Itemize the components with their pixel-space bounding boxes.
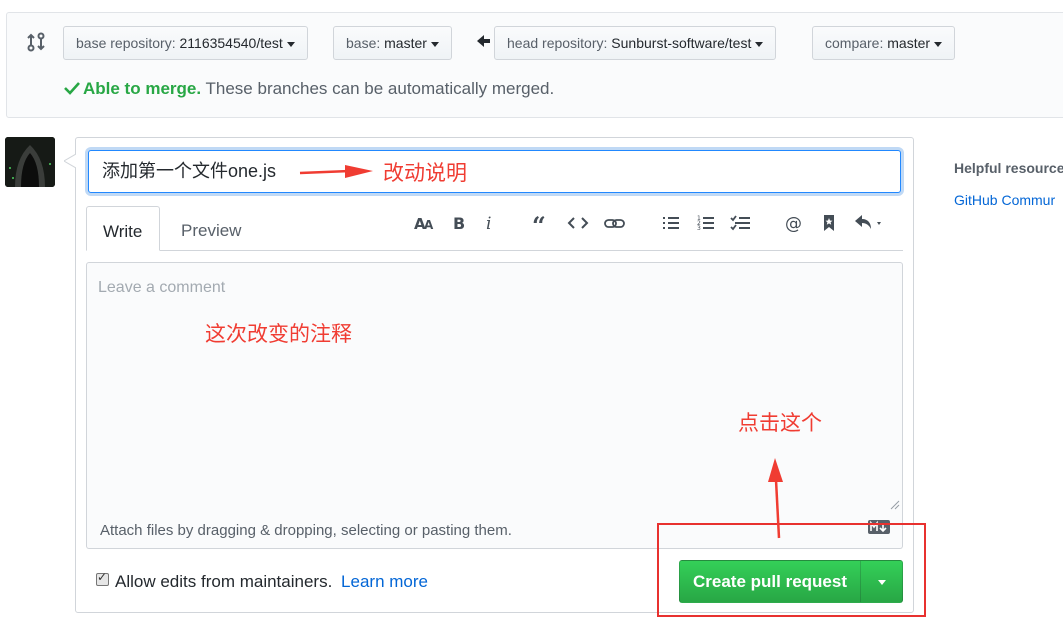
attach-files-text: Attach files by dragging & dropping, sel… — [100, 522, 512, 539]
mention-icon[interactable]: @ — [783, 212, 805, 236]
base-branch-select[interactable]: base: master — [333, 26, 452, 60]
check-icon — [64, 82, 80, 95]
comment-annotation: 这次改变的注释 — [205, 322, 352, 346]
learn-more-link[interactable]: Learn more — [341, 572, 428, 591]
reply-icon[interactable] — [852, 212, 888, 236]
title-input[interactable]: 添加第一个文件one.js — [88, 150, 901, 193]
compare-bar: base repository: 2116354540/test base: m… — [6, 12, 1063, 118]
italic-icon[interactable]: i — [480, 212, 498, 236]
comment-textarea[interactable]: Leave a comment — [86, 262, 903, 513]
ordered-list-icon[interactable]: 123 — [695, 212, 717, 236]
quote-icon[interactable]: “ — [530, 212, 552, 236]
compare-branch-select[interactable]: compare: master — [812, 26, 956, 60]
merge-message: These branches can be automatically merg… — [205, 79, 555, 98]
caret-down-icon — [430, 41, 439, 47]
caret-down-icon — [286, 41, 295, 47]
compare-branch-label: compare: — [825, 35, 884, 51]
tab-preview[interactable]: Preview — [165, 206, 257, 251]
avatar[interactable] — [5, 137, 55, 187]
allow-edits-label: Allow edits from maintainers. — [115, 572, 333, 591]
unordered-list-icon[interactable] — [660, 212, 682, 236]
hooded-figure-avatar-image — [5, 137, 55, 187]
speech-pointer — [64, 154, 76, 168]
base-repository-value: 2116354540/test — [179, 35, 283, 51]
tab-preview-label: Preview — [181, 221, 242, 240]
comment-placeholder: Leave a comment — [98, 279, 226, 296]
head-repository-value: Sunburst-software/test — [611, 35, 752, 51]
title-annotation: 改动说明 — [383, 161, 467, 185]
base-repository-label: base repository: — [76, 35, 176, 51]
svg-text:B: B — [453, 214, 465, 233]
merge-status-line: Able to merge. These branches can be aut… — [63, 79, 554, 99]
github-community-link[interactable]: GitHub Commur — [954, 192, 1055, 208]
svg-text:A: A — [424, 218, 434, 232]
svg-text:“: “ — [532, 212, 546, 234]
code-icon[interactable] — [567, 212, 589, 236]
head-repository-select[interactable]: head repository: Sunburst-software/test — [494, 26, 777, 60]
arrow-left-icon — [477, 35, 490, 47]
tab-write[interactable]: Write — [86, 206, 160, 251]
svg-text:@: @ — [785, 214, 802, 234]
title-value: 添加第一个文件one.js — [102, 161, 277, 181]
svg-text:i: i — [486, 214, 491, 234]
bookmark-icon[interactable] — [819, 212, 839, 236]
helpful-resources-heading: Helpful resource — [954, 160, 1063, 176]
allow-edits-option[interactable]: Allow edits from maintainers. Learn more — [96, 570, 428, 592]
link-icon[interactable] — [603, 212, 627, 236]
click-annotation: 点击这个 — [738, 411, 822, 435]
caret-down-icon — [934, 41, 943, 47]
head-repository-label: head repository: — [507, 35, 608, 51]
header-icon[interactable]: AA — [412, 212, 436, 236]
highlight-box — [657, 523, 926, 617]
git-compare-icon — [27, 32, 45, 52]
base-branch-label: base: — [346, 35, 381, 51]
base-repository-select[interactable]: base repository: 2116354540/test — [63, 26, 308, 60]
caret-down-icon — [755, 41, 764, 47]
tab-write-label: Write — [103, 222, 143, 241]
compare-branch-value: master — [887, 35, 931, 51]
resize-grip-icon[interactable] — [890, 500, 900, 510]
base-branch-value: master — [384, 35, 427, 51]
allow-edits-checkbox[interactable] — [96, 570, 109, 586]
svg-text:3: 3 — [697, 225, 701, 232]
bold-icon[interactable]: B — [449, 212, 469, 236]
merge-status: Able to merge. — [83, 79, 202, 98]
task-list-icon[interactable] — [729, 212, 753, 236]
